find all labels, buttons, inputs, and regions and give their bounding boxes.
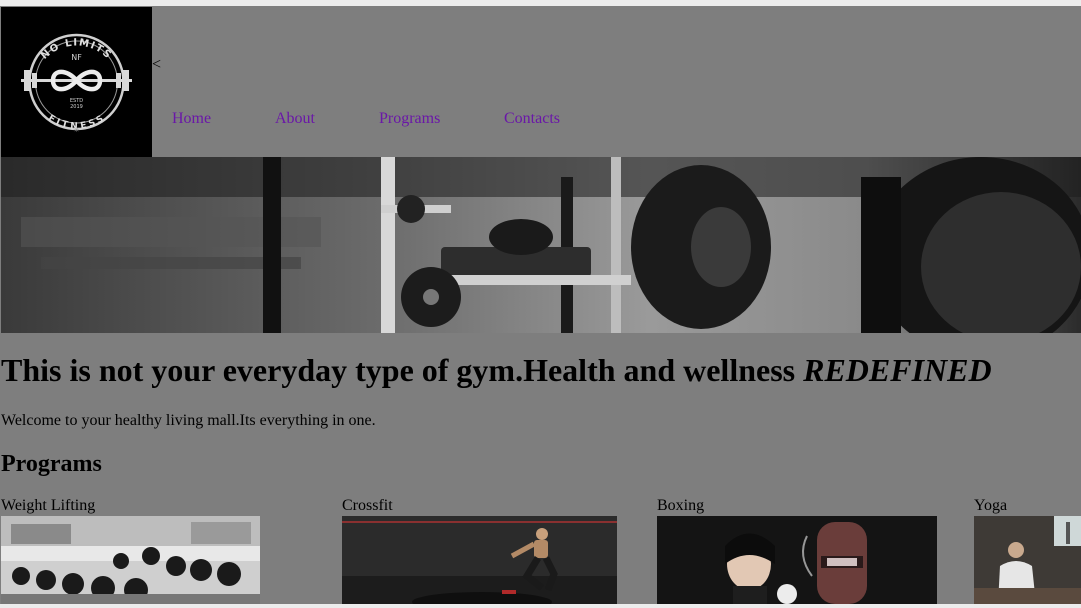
box-jump-photo-icon (342, 516, 617, 604)
nav-link-about[interactable]: About (275, 110, 315, 128)
logo-emblem-icon: NO LIMITS FITNESS NF ESTD 2019 ✳ (21, 33, 132, 134)
welcome-text: Welcome to your healthy living mall.Its … (1, 412, 376, 429)
browser-bottom-edge (0, 604, 1081, 608)
svg-text:✳: ✳ (74, 126, 80, 134)
logo-year: 2019 (70, 104, 83, 110)
program-image (657, 516, 937, 604)
site-logo[interactable]: NO LIMITS FITNESS NF ESTD 2019 ✳ (1, 7, 152, 157)
logo-monogram: NF (71, 53, 82, 62)
headline-emphasis: REDEFINED (803, 352, 992, 388)
nav-link-programs[interactable]: Programs (379, 110, 440, 128)
yoga-class-photo-icon (974, 516, 1081, 604)
program-card-boxing[interactable]: Boxing (657, 497, 937, 604)
program-card-yoga[interactable]: Yoga (974, 497, 1081, 604)
punching-bag-photo-icon (657, 516, 937, 604)
nav-link-contacts[interactable]: Contacts (504, 110, 560, 128)
page-headline: This is not your everyday type of gym.He… (1, 352, 992, 389)
program-label: Boxing (657, 497, 705, 514)
program-image (342, 516, 617, 604)
program-card-weight-lifting[interactable]: Weight Lifting (1, 497, 260, 604)
nav-link-home[interactable]: Home (172, 110, 211, 128)
headline-text: This is not your everyday type of gym.He… (1, 352, 804, 388)
browser-top-edge (0, 0, 1081, 6)
program-label: Crossfit (342, 497, 393, 514)
program-image (974, 516, 1081, 604)
dumbbell-rack-photo-icon (1, 516, 260, 604)
program-card-crossfit[interactable]: Crossfit (342, 497, 617, 604)
program-image (1, 516, 260, 604)
gym-equipment-photo-icon (1, 157, 1081, 333)
program-label: Weight Lifting (1, 497, 96, 514)
broken-markup-glyph: < (152, 56, 162, 73)
programs-heading: Programs (1, 451, 102, 477)
program-label: Yoga (974, 497, 1008, 514)
hero-image (1, 157, 1081, 333)
